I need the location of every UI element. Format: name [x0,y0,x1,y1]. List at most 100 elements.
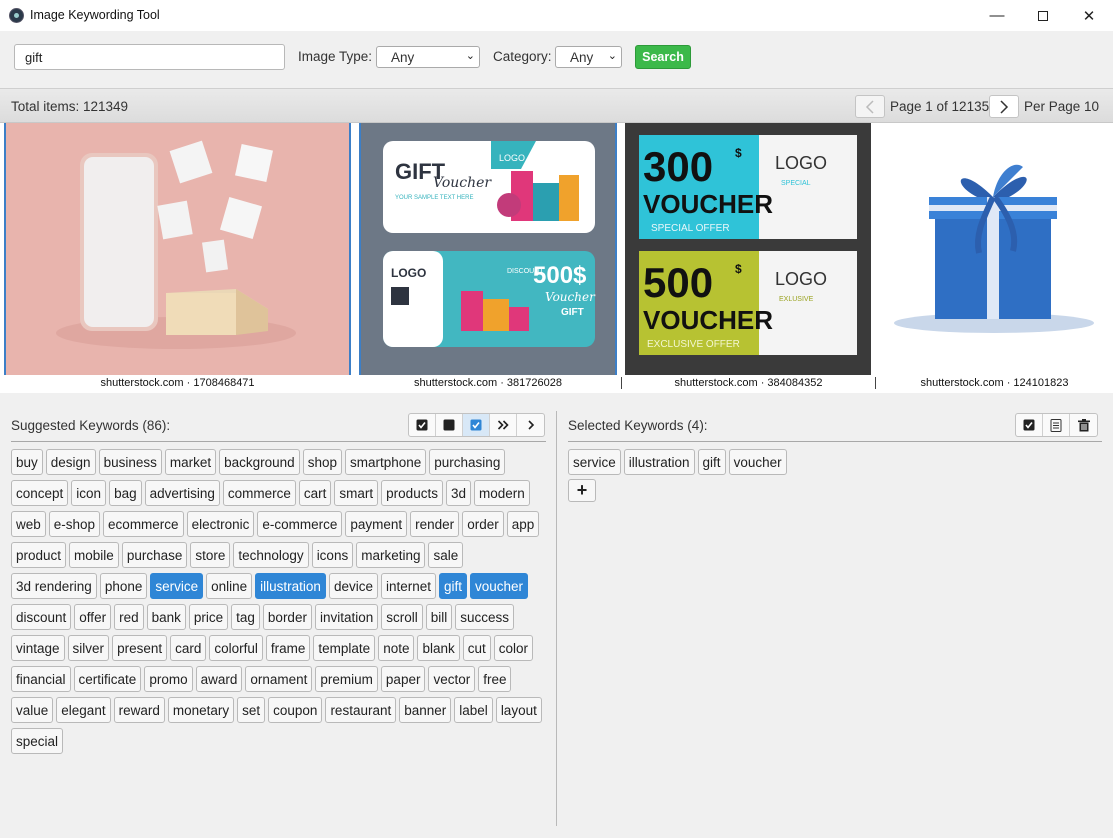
add-all-button[interactable] [490,414,517,436]
keyword-chip[interactable]: icons [311,542,354,568]
copy-button[interactable] [1043,414,1070,436]
keyword-chip[interactable]: premium [315,666,378,692]
keyword-chip[interactable]: commerce [222,480,296,506]
keyword-chip[interactable]: order [462,511,504,537]
keyword-chip[interactable]: cut [462,635,491,661]
delete-button[interactable] [1070,414,1097,436]
keyword-chip[interactable]: background [219,449,300,475]
keyword-chip[interactable]: label [454,697,493,723]
keyword-chip[interactable]: success [455,604,515,630]
category-select[interactable]: Any ⌄ [555,46,622,68]
keyword-chip[interactable]: product [11,542,67,568]
keyword-chip[interactable]: render [410,511,460,537]
add-selected-button[interactable] [517,414,544,436]
search-input[interactable] [14,44,285,70]
keyword-chip[interactable]: note [378,635,415,661]
keyword-chip[interactable]: special [11,728,64,754]
keyword-chip[interactable]: restaurant [325,697,397,723]
keyword-chip[interactable]: icon [71,480,107,506]
keyword-chip[interactable]: 3d rendering [11,573,97,599]
keyword-chip[interactable]: colorful [209,635,263,661]
prev-page-button[interactable] [855,95,885,118]
keyword-chip[interactable]: bag [109,480,142,506]
keyword-chip[interactable]: store [190,542,231,568]
select-all-button[interactable] [1016,414,1043,436]
keyword-chip[interactable]: mobile [69,542,119,568]
keyword-chip[interactable]: monetary [167,697,235,723]
keyword-chip[interactable]: discount [11,604,72,630]
keyword-chip[interactable]: bank [146,604,186,630]
keyword-chip[interactable]: e-commerce [257,511,343,537]
keyword-chip[interactable]: present [112,635,168,661]
keyword-chip[interactable]: red [114,604,144,630]
keyword-chip[interactable]: reward [113,697,165,723]
image-thumbnail[interactable]: GIFT Voucher LOGO YOUR SAMPLE TEXT HERE … [355,123,621,393]
keyword-chip[interactable]: promo [144,666,193,692]
selected-keyword-chip[interactable]: illustration [623,449,695,475]
keyword-chip[interactable]: online [206,573,253,599]
selected-keyword-chip[interactable]: gift [697,449,726,475]
keyword-chip[interactable]: internet [380,573,436,599]
maximize-button[interactable] [1020,0,1066,31]
keyword-chip[interactable]: coupon [268,697,323,723]
keyword-chip[interactable]: border [262,604,312,630]
keyword-chip[interactable]: financial [11,666,71,692]
image-type-select[interactable]: Any ⌄ [376,46,480,68]
keyword-chip[interactable]: app [506,511,540,537]
close-button[interactable]: ✕ [1066,0,1112,31]
keyword-chip[interactable]: payment [345,511,408,537]
keyword-chip[interactable]: value [11,697,54,723]
keyword-chip[interactable]: purchase [121,542,188,568]
keyword-chip[interactable]: elegant [56,697,111,723]
keyword-chip[interactable]: offer [74,604,112,630]
keyword-chip[interactable]: template [313,635,376,661]
select-all-button[interactable] [409,414,436,436]
keyword-chip[interactable]: technology [233,542,309,568]
keyword-chip[interactable]: design [45,449,96,475]
keyword-chip[interactable]: gift [439,573,468,599]
selected-keyword-chip[interactable]: service [568,449,621,475]
keyword-chip[interactable]: tag [231,604,260,630]
keyword-chip[interactable]: vintage [11,635,65,661]
minimize-button[interactable]: — [974,0,1020,31]
keyword-chip[interactable]: ornament [245,666,313,692]
keyword-chip[interactable]: banner [399,697,452,723]
image-thumbnail[interactable]: 300 $ VOUCHER SPECIAL OFFER LOGO SPECIAL… [621,123,875,393]
keyword-chip[interactable]: web [11,511,46,537]
keyword-chip[interactable]: free [478,666,512,692]
keyword-chip[interactable]: certificate [73,666,142,692]
keyword-chip[interactable]: device [328,573,378,599]
add-keyword-button[interactable]: + [568,479,596,502]
keyword-chip[interactable]: frame [265,635,311,661]
keyword-chip[interactable]: buy [11,449,43,475]
image-thumbnail[interactable]: shutterstock.com · 124101823 [875,123,1113,393]
keyword-chip[interactable]: phone [99,573,148,599]
keyword-chip[interactable]: concept [11,480,69,506]
keyword-chip[interactable]: shop [302,449,342,475]
keyword-chip[interactable]: smart [334,480,379,506]
keyword-chip[interactable]: business [98,449,162,475]
selected-keyword-chip[interactable]: voucher [728,449,787,475]
panel-splitter[interactable] [556,411,557,826]
keyword-chip[interactable]: smartphone [344,449,427,475]
search-button[interactable]: Search [635,45,691,69]
keyword-chip[interactable]: scroll [381,604,423,630]
keyword-chip[interactable]: voucher [470,573,529,599]
keyword-chip[interactable]: marketing [356,542,426,568]
image-thumbnail[interactable]: shutterstock.com · 1708468471 [0,123,355,393]
keyword-chip[interactable]: paper [380,666,426,692]
keyword-chip[interactable]: modern [473,480,530,506]
keyword-chip[interactable]: card [170,635,207,661]
keyword-chip[interactable]: e-shop [48,511,101,537]
keyword-chip[interactable]: award [195,666,243,692]
keyword-chip[interactable]: 3d [445,480,471,506]
keyword-chip[interactable]: cart [298,480,332,506]
keyword-chip[interactable]: price [188,604,229,630]
keyword-chip[interactable]: invitation [314,604,379,630]
keyword-chip[interactable]: silver [67,635,110,661]
toggle-selected-button[interactable] [463,414,490,436]
keyword-chip[interactable]: service [150,573,204,599]
keyword-chip[interactable]: bill [425,604,453,630]
keyword-chip[interactable]: vector [428,666,476,692]
deselect-all-button[interactable] [436,414,463,436]
